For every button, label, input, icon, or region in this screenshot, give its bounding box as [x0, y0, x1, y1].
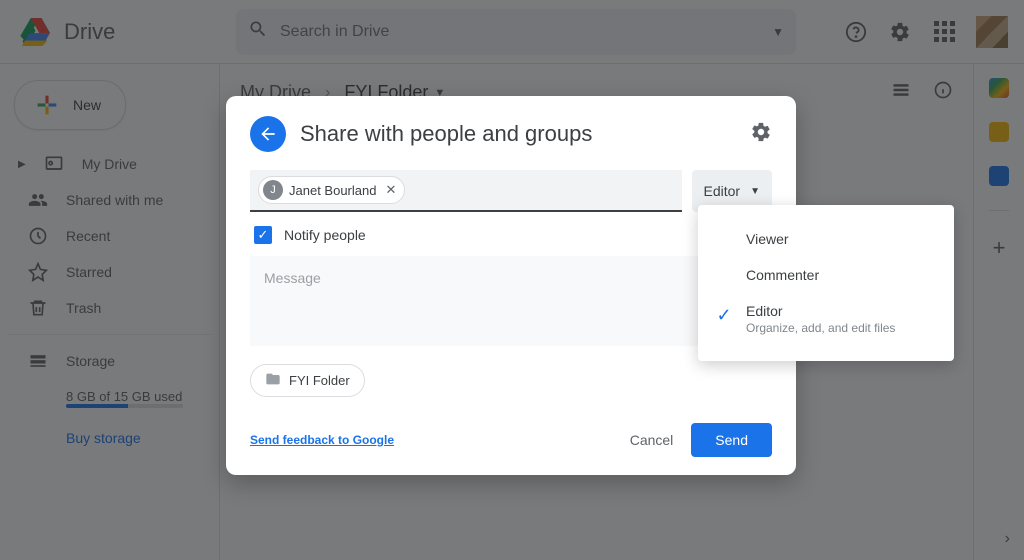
message-placeholder: Message: [264, 270, 321, 286]
role-description: Organize, add, and edit files: [746, 321, 934, 335]
cancel-button[interactable]: Cancel: [612, 424, 692, 456]
notify-label: Notify people: [284, 227, 366, 243]
role-button-label: Editor: [704, 183, 741, 199]
folder-name: FYI Folder: [289, 373, 350, 388]
notify-checkbox[interactable]: ✓: [254, 226, 272, 244]
dialog-title: Share with people and groups: [300, 121, 736, 147]
check-icon: [714, 267, 734, 269]
role-option-commenter[interactable]: Commenter: [698, 257, 954, 293]
remove-recipient-icon[interactable]: ✕: [385, 182, 396, 198]
recipient-avatar: J: [263, 180, 283, 200]
check-icon: [714, 231, 734, 233]
recipient-name: Janet Bourland: [289, 183, 376, 198]
gear-icon: [750, 121, 772, 143]
chevron-down-icon: ▼: [750, 186, 760, 197]
role-dropdown-menu: Viewer Commenter ✓ Editor Organize, add,…: [698, 205, 954, 361]
send-button[interactable]: Send: [691, 423, 772, 457]
role-name: Viewer: [746, 231, 934, 247]
folder-icon: [265, 371, 281, 390]
check-icon: ✓: [714, 303, 734, 326]
recipient-chip: J Janet Bourland ✕: [258, 176, 405, 204]
role-option-editor[interactable]: ✓ Editor Organize, add, and edit files: [698, 293, 954, 345]
arrow-left-icon: [258, 124, 278, 144]
share-settings-button[interactable]: [750, 121, 772, 148]
notify-row: ✓ Notify people: [250, 212, 772, 256]
role-name: Editor: [746, 303, 934, 319]
recipients-field[interactable]: J Janet Bourland ✕: [250, 170, 682, 212]
feedback-link[interactable]: Send feedback to Google: [250, 433, 394, 447]
shared-folder-chip: FYI Folder: [250, 364, 365, 397]
role-name: Commenter: [746, 267, 934, 283]
role-option-viewer[interactable]: Viewer: [698, 221, 954, 257]
back-button[interactable]: [250, 116, 286, 152]
message-textarea[interactable]: Message: [250, 256, 772, 346]
